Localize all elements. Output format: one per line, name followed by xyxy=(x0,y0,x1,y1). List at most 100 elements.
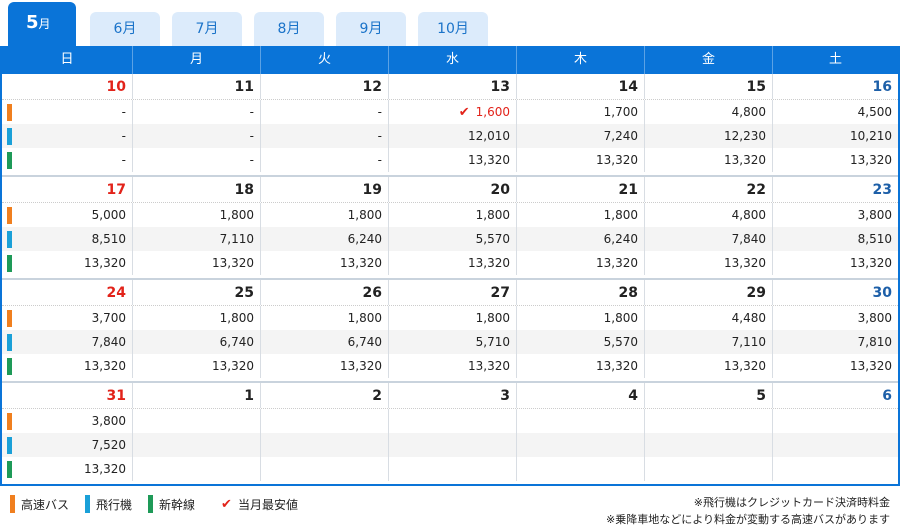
air-fare-cell[interactable]: 6,740 xyxy=(133,330,261,354)
tab-august[interactable]: 8月 xyxy=(254,12,324,46)
day-number: 27 xyxy=(389,280,517,305)
air-fare-cell xyxy=(517,433,645,457)
fare-value: 13,320 xyxy=(596,153,638,167)
air-fare-cell[interactable]: 12,230 xyxy=(645,124,773,148)
air-fare-cell[interactable]: - xyxy=(2,124,133,148)
bus-fare-cell[interactable]: 3,700 xyxy=(2,306,133,330)
fare-value: 3,700 xyxy=(91,311,126,325)
air-fare-cell[interactable]: 5,710 xyxy=(389,330,517,354)
fare-value: 7,110 xyxy=(731,335,766,349)
bus-marker-icon xyxy=(7,104,12,121)
bus-fare-cell[interactable]: 3,800 xyxy=(773,203,898,227)
rail-fare-cell xyxy=(645,457,773,481)
bus-fare-cell[interactable]: 4,800 xyxy=(645,203,773,227)
air-fare-cell[interactable]: 5,570 xyxy=(389,227,517,251)
bus-fare-cell[interactable]: 3,800 xyxy=(773,306,898,330)
rail-fare-cell[interactable]: 13,320 xyxy=(773,251,898,275)
bus-fare-cell[interactable]: 4,500 xyxy=(773,100,898,124)
air-marker-icon xyxy=(7,437,12,454)
rail-fare-cell[interactable]: 13,320 xyxy=(517,354,645,378)
day-number: 1 xyxy=(133,383,261,408)
rail-fare-cell[interactable]: 13,320 xyxy=(773,148,898,172)
tab-july[interactable]: 7月 xyxy=(172,12,242,46)
rail-fare-cell[interactable]: 13,320 xyxy=(261,354,389,378)
fare-value: 5,570 xyxy=(475,232,510,246)
bus-fare-cell[interactable]: - xyxy=(2,100,133,124)
rail-fare-cell[interactable]: 13,320 xyxy=(2,354,133,378)
rail-fare-cell[interactable]: 13,320 xyxy=(517,148,645,172)
weekday-header: 日月火水木金 土 xyxy=(2,46,898,74)
fare-value: 10,210 xyxy=(850,129,892,143)
bus-fare-cell[interactable]: 1,800 xyxy=(133,306,261,330)
calendar-week: 10 11 12 13 14 15 16- - - ✔ 1,600 1,700 4,800 4,500- -… xyxy=(2,74,898,177)
rail-fare-cell[interactable]: 13,320 xyxy=(133,354,261,378)
tab-june[interactable]: 6月 xyxy=(90,12,160,46)
air-fare-cell[interactable]: 7,840 xyxy=(2,330,133,354)
air-fare-cell[interactable]: 12,010 xyxy=(389,124,517,148)
air-fare-cell[interactable]: 8,510 xyxy=(2,227,133,251)
bus-fare-cell[interactable]: 1,700 xyxy=(517,100,645,124)
air-fare-cell[interactable]: 7,110 xyxy=(133,227,261,251)
day-number: 12 xyxy=(261,74,389,99)
bus-fare-cell[interactable]: ✔ 1,600 xyxy=(389,100,517,124)
rail-fare-cell[interactable]: - xyxy=(2,148,133,172)
rail-fare-cell[interactable]: 13,320 xyxy=(133,251,261,275)
tab-september[interactable]: 9月 xyxy=(336,12,406,46)
day-number: 23 xyxy=(872,182,892,198)
rail-fare-cell[interactable]: - xyxy=(261,148,389,172)
day-number: 17 xyxy=(2,177,133,202)
fare-value: 3,800 xyxy=(857,311,892,325)
day-number-row: 17 18 19 20 21 22 23 xyxy=(2,177,898,203)
bus-fare-cell[interactable]: 5,000 xyxy=(2,203,133,227)
tab-may[interactable]: 5月 xyxy=(8,2,76,47)
air-fare-cell[interactable]: - xyxy=(133,124,261,148)
air-fare-cell[interactable]: 8,510 xyxy=(773,227,898,251)
day-number: 22 xyxy=(645,177,773,202)
tab-october[interactable]: 10月 xyxy=(418,12,488,46)
air-fare-cell[interactable]: 7,520 xyxy=(2,433,133,457)
rail-fare-cell[interactable]: 13,320 xyxy=(389,354,517,378)
air-fare-cell[interactable]: 6,240 xyxy=(517,227,645,251)
air-fare-cell[interactable]: 5,570 xyxy=(517,330,645,354)
rail-fare-cell[interactable]: 13,320 xyxy=(261,251,389,275)
rail-fare-cell[interactable]: - xyxy=(133,148,261,172)
rail-fare-row: 13,320 13,320 13,320 13,320 13,320 13,320 13,3… xyxy=(2,251,898,275)
bus-fare-cell[interactable]: 4,800 xyxy=(645,100,773,124)
bus-fare-cell xyxy=(773,409,898,433)
bus-fare-cell[interactable]: 1,800 xyxy=(389,306,517,330)
fare-value: 8,510 xyxy=(857,232,892,246)
air-fare-cell[interactable]: 7,840 xyxy=(645,227,773,251)
rail-fare-cell[interactable]: 13,320 xyxy=(773,354,898,378)
air-fare-cell[interactable]: 7,810 xyxy=(773,330,898,354)
fare-value: 1,800 xyxy=(475,208,510,222)
rail-fare-cell[interactable]: 13,320 xyxy=(389,251,517,275)
fare-value: - xyxy=(121,153,126,167)
rail-fare-cell[interactable]: 13,320 xyxy=(2,457,133,481)
air-fare-cell[interactable]: 6,740 xyxy=(261,330,389,354)
air-fare-cell[interactable]: - xyxy=(261,124,389,148)
air-fare-cell[interactable]: 7,240 xyxy=(517,124,645,148)
bus-fare-cell[interactable]: - xyxy=(261,100,389,124)
rail-fare-cell[interactable]: 13,320 xyxy=(645,354,773,378)
rail-fare-cell[interactable]: 13,320 xyxy=(2,251,133,275)
weekday-2: 火 xyxy=(261,46,389,74)
fare-value: 1,700 xyxy=(603,105,638,119)
bus-fare-cell[interactable]: 4,480 xyxy=(645,306,773,330)
rail-fare-cell[interactable]: 13,320 xyxy=(517,251,645,275)
bus-fare-cell[interactable]: 3,800 xyxy=(2,409,133,433)
bus-fare-cell[interactable]: 1,800 xyxy=(517,203,645,227)
bus-fare-cell[interactable]: 1,800 xyxy=(517,306,645,330)
air-fare-cell[interactable]: 7,110 xyxy=(645,330,773,354)
rail-fare-cell[interactable]: 13,320 xyxy=(389,148,517,172)
air-fare-cell[interactable]: 10,210 xyxy=(773,124,898,148)
bus-fare-cell[interactable]: 1,800 xyxy=(261,306,389,330)
bus-fare-cell[interactable]: - xyxy=(133,100,261,124)
month-tabs: 5月 6月 7月 8月 9月 10月 xyxy=(0,0,900,47)
rail-fare-cell[interactable]: 13,320 xyxy=(645,251,773,275)
rail-fare-cell[interactable]: 13,320 xyxy=(645,148,773,172)
day-number: 16 xyxy=(872,79,892,95)
bus-fare-cell[interactable]: 1,800 xyxy=(389,203,517,227)
bus-fare-cell[interactable]: 1,800 xyxy=(261,203,389,227)
air-fare-cell[interactable]: 6,240 xyxy=(261,227,389,251)
bus-fare-cell[interactable]: 1,800 xyxy=(133,203,261,227)
